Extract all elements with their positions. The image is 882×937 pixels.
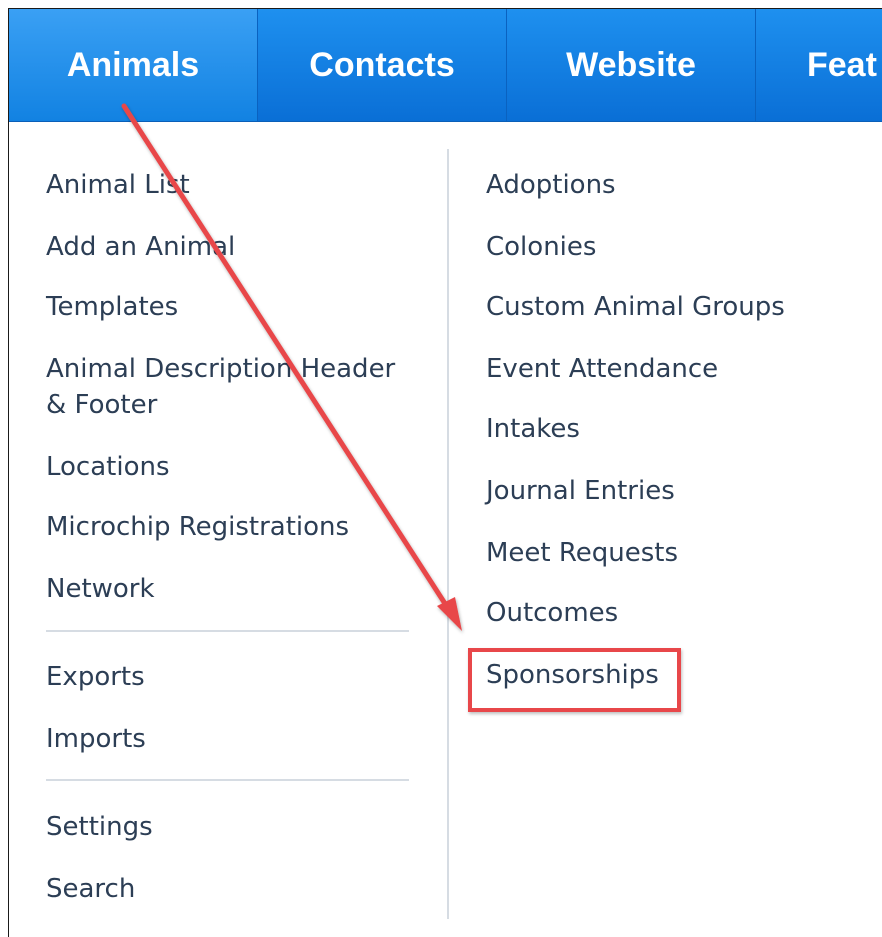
menu-item-imports[interactable]: Imports (46, 721, 146, 757)
top-navbar: Animals Contacts Website Feat (9, 9, 882, 122)
menu-item-network[interactable]: Network (46, 571, 155, 607)
menu-item-event-attendance[interactable]: Event Attendance (486, 351, 718, 387)
menu-item-exports[interactable]: Exports (46, 659, 145, 695)
menu-item-microchip-registrations[interactable]: Microchip Registrations (46, 509, 349, 545)
menu-item-outcomes[interactable]: Outcomes (486, 595, 618, 631)
nav-tab-website[interactable]: Website (507, 9, 755, 121)
menu-item-add-an-animal[interactable]: Add an Animal (46, 229, 235, 265)
nav-tab-animals[interactable]: Animals (9, 9, 257, 121)
menu-item-settings[interactable]: Settings (46, 809, 153, 845)
menu-item-adoptions[interactable]: Adoptions (486, 167, 616, 203)
menu-item-journal-entries[interactable]: Journal Entries (486, 473, 675, 509)
menu-item-templates[interactable]: Templates (46, 289, 178, 325)
nav-tab-contacts[interactable]: Contacts (258, 9, 506, 121)
annotation-highlight-box (468, 648, 681, 712)
menu-item-locations[interactable]: Locations (46, 449, 170, 485)
nav-tab-features[interactable]: Feat (755, 9, 882, 121)
menu-item-animal-description-footer[interactable]: & Footer (46, 387, 157, 423)
menu-item-animal-list[interactable]: Animal List (46, 167, 190, 203)
menu-item-intakes[interactable]: Intakes (486, 411, 580, 447)
annotation-arrow-head (437, 597, 462, 631)
menu-item-colonies[interactable]: Colonies (486, 229, 596, 265)
menu-item-meet-requests[interactable]: Meet Requests (486, 535, 678, 571)
menu-item-search[interactable]: Search (46, 871, 135, 907)
menu-item-animal-description-header[interactable]: Animal Description Header (46, 351, 395, 387)
screenshot-frame: Animals Contacts Website Feat Animal Lis… (8, 8, 882, 937)
column-separator (447, 149, 449, 919)
menu-item-custom-animal-groups[interactable]: Custom Animal Groups (486, 289, 785, 325)
menu-divider (46, 779, 409, 781)
menu-divider (46, 630, 409, 632)
